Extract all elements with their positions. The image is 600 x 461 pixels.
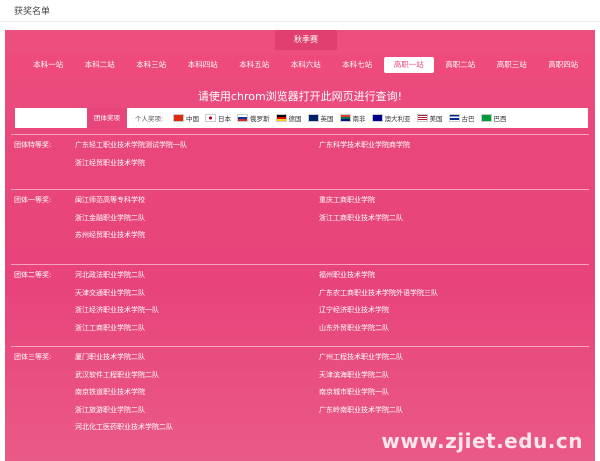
- country-name: 英国: [320, 115, 334, 123]
- section-title: 团体二等奖:: [14, 271, 52, 279]
- country-flags: 中国 日本 俄罗斯 德国 英国 南非 澳大利亚 美国 古巴 巴西: [173, 113, 513, 123]
- winners-column-left: 厦门职业技术学院二队武汉软件工程职业学院二队 南京铁道职业技术学院 浙江旅游职业学院…: [75, 352, 173, 440]
- country-filter-item[interactable]: 古巴: [448, 113, 475, 123]
- winner-entry: 浙江工商职业技术学院二队: [319, 213, 403, 222]
- country-name: 古巴: [461, 115, 475, 123]
- nav-item-station[interactable]: 本科一站: [23, 57, 74, 73]
- winner-entry: 广东科学技术职业学院商学院: [319, 141, 410, 149]
- cuba-flag-icon: [448, 114, 460, 122]
- tab-season[interactable]: 秋季赛: [275, 30, 337, 50]
- browser-notice: 请使用chrom浏览器打开此网页进行查询!: [197, 90, 403, 103]
- page-title: 获奖名单: [14, 7, 51, 17]
- winner-entry: 闽江师范高等专科学校: [75, 196, 145, 204]
- winners-column-right: 广东科学技术职业学院商学院: [319, 140, 410, 158]
- australia-flag-icon: [371, 114, 383, 122]
- germany-flag-icon: [275, 114, 287, 122]
- winner-entry: 南京城市职业学院一队: [319, 388, 389, 396]
- country-name: 中国: [186, 115, 199, 123]
- country-filter-item[interactable]: 中国: [173, 113, 199, 123]
- country-name: 德国: [288, 115, 302, 123]
- country-filter-item[interactable]: 日本: [205, 113, 231, 123]
- brazil-flag-icon: [480, 114, 492, 122]
- country-filter-item[interactable]: 英国: [307, 113, 334, 123]
- winner-entry: 苏州经贸职业技术学院: [75, 231, 145, 239]
- winner-entry: 浙江旅游职业学院二队: [75, 405, 145, 414]
- nav-item-station[interactable]: 本科七站: [332, 57, 383, 73]
- winners-column-left: 广东轻工职业技术学院测试学院一队 浙江经贸职业技术学院: [75, 140, 187, 175]
- country-name: 俄罗斯: [250, 115, 270, 123]
- country-filter-item[interactable]: 美国: [416, 113, 443, 123]
- winner-entry: 广东轻工职业技术学院测试学院一队: [75, 141, 187, 149]
- person-award-label: 个人奖项:: [135, 115, 164, 123]
- country-filter-item[interactable]: 南非: [339, 113, 366, 123]
- japan-flag-icon: [205, 114, 216, 122]
- nav-item-station[interactable]: 高职二站: [435, 57, 486, 73]
- site-watermark: www.zjiet.edu.cn: [381, 429, 583, 453]
- winner-entry: 重庆工商职业学院: [319, 196, 375, 204]
- nav-item-station[interactable]: 本科四站: [178, 57, 229, 73]
- country-name: 南非: [352, 115, 366, 123]
- nav-item-station[interactable]: 本科六站: [281, 57, 332, 73]
- china-flag-icon: [173, 114, 184, 122]
- usa-flag-icon: [416, 114, 428, 122]
- winner-entry: 广东农工商职业技术学院外语学院三队: [319, 288, 438, 297]
- award-panel: 秋季赛 本科一站 本科二站 本科三站 本科四站 本科五站 本科六站 本科七站 高职一站 高职二站…: [5, 30, 595, 461]
- winner-entry: 武汉软件工程职业学院二队: [75, 370, 159, 379]
- nav-item-station[interactable]: 高职三站: [487, 57, 538, 73]
- award-filter-bar: 团体奖项 个人奖项: 中国 日本 俄罗斯 德国 英国 南非 澳大利亚 美国 古巴 巴西: [15, 108, 588, 128]
- winner-entry: 天津滨海职业学院二队: [319, 370, 389, 379]
- section-divider: [11, 264, 589, 265]
- winner-entry: 南京铁道职业技术学院: [75, 388, 145, 396]
- nav-item-station[interactable]: 高职一站: [383, 57, 434, 73]
- russia-flag-icon: [237, 114, 248, 122]
- page-header: 获奖名单: [0, 0, 600, 22]
- winner-entry: 河北化工医药职业技术学院二队: [75, 423, 173, 431]
- nav-item-station[interactable]: 高职四站: [538, 57, 589, 73]
- winners-column-left: 河北政法职业学院二队 天津交通职业学院二队浙江经济职业技术学院一队 浙江工商职业学院…: [75, 270, 159, 340]
- winner-entry: 浙江金融职业学院二队: [75, 213, 145, 222]
- winner-entry: 辽宁经济职业技术学院: [319, 306, 389, 314]
- section-title: 团体三等奖:: [14, 353, 52, 361]
- country-filter-item[interactable]: 澳大利亚: [371, 113, 411, 123]
- section-title: 团体一等奖:: [14, 196, 52, 204]
- winner-entry: 浙江经济职业技术学院一队: [75, 306, 159, 314]
- station-nav: 本科一站 本科二站 本科三站 本科四站 本科五站 本科六站 本科七站 高职一站 高职二站 高职三站…: [5, 55, 595, 75]
- winner-entry: 浙江经贸职业技术学院: [75, 158, 145, 167]
- nav-item-station[interactable]: 本科二站: [75, 57, 126, 73]
- country-filter-item[interactable]: 德国: [275, 113, 302, 123]
- winner-entry: 天津交通职业学院二队: [75, 288, 145, 297]
- winner-entry: 河北政法职业学院二队: [75, 271, 145, 279]
- country-name: 日本: [218, 115, 231, 123]
- winner-entry: 浙江工商职业学院二队: [75, 323, 145, 332]
- country-filter-item[interactable]: 巴西: [480, 113, 507, 123]
- winner-entry: 广州工程技术职业学院二队: [319, 353, 403, 361]
- country-name: 澳大利亚: [384, 115, 411, 123]
- winner-entry: 山东外贸职业学院二队: [319, 323, 389, 332]
- winner-entry: 福州职业技术学院: [319, 271, 375, 279]
- winners-column-right: 广州工程技术职业学院二队 天津滨海职业学院二队 南京城市职业学院一队广东岭南职业技术…: [319, 352, 403, 422]
- winners-column-right: 重庆工商职业学院浙江工商职业技术学院二队: [319, 195, 403, 230]
- section-divider: [11, 346, 589, 347]
- south-africa-flag-icon: [339, 114, 351, 122]
- winners-column-right: 福州职业技术学院广东农工商职业技术学院外语学院三队 辽宁经济职业技术学院 山东外贸职…: [319, 270, 438, 340]
- section-divider: [11, 134, 589, 135]
- country-name: 美国: [429, 115, 443, 123]
- section-title: 团体特等奖:: [14, 141, 52, 149]
- nav-item-station[interactable]: 本科三站: [126, 57, 177, 73]
- team-award-button[interactable]: 团体奖项: [87, 108, 127, 128]
- country-filter-item[interactable]: 俄罗斯: [237, 113, 270, 123]
- country-name: 巴西: [493, 115, 507, 123]
- winners-column-left: 闽江师范高等专科学校 浙江金融职业学院二队 苏州经贸职业技术学院: [75, 195, 145, 248]
- nav-item-station[interactable]: 本科五站: [229, 57, 280, 73]
- winner-entry: 厦门职业技术学院二队: [75, 353, 145, 361]
- uk-flag-icon: [307, 114, 319, 122]
- winner-entry: 广东岭南职业技术学院二队: [319, 405, 403, 414]
- section-divider: [11, 189, 589, 190]
